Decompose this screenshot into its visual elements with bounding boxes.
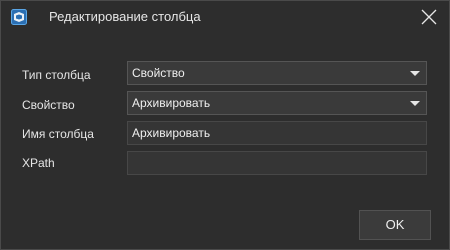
property-value: Архивировать xyxy=(132,96,211,110)
dialog-window: Редактирование столбца Тип столбца Свойс… xyxy=(0,0,450,250)
column-name-input[interactable]: Архивировать xyxy=(127,121,427,145)
title-bar: Редактирование столбца xyxy=(1,1,449,33)
xpath-input[interactable] xyxy=(127,151,427,175)
chevron-down-icon xyxy=(410,71,420,76)
column-type-value: Свойство xyxy=(132,66,185,80)
column-type-label: Тип столбца xyxy=(22,68,91,82)
column-name-label: Имя столбца xyxy=(22,127,94,141)
property-select[interactable]: Архивировать xyxy=(127,91,427,115)
ok-button[interactable]: OK xyxy=(359,210,431,240)
window-title: Редактирование столбца xyxy=(49,9,201,24)
close-icon[interactable] xyxy=(417,5,441,29)
property-label: Свойство xyxy=(22,98,75,112)
column-type-select[interactable]: Свойство xyxy=(127,61,427,85)
app-logo-icon xyxy=(11,9,27,25)
xpath-label: XPath xyxy=(22,156,55,170)
chevron-down-icon xyxy=(410,101,420,106)
